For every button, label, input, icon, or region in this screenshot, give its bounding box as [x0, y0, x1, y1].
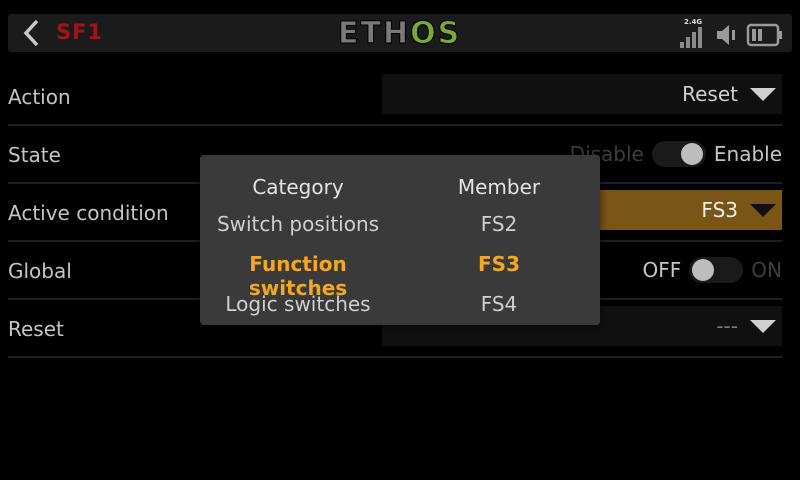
global-on-text: ON [751, 258, 782, 282]
back-icon [23, 19, 39, 47]
status-icons: 2.4G [680, 16, 784, 52]
state-switch[interactable] [651, 141, 706, 167]
chevron-down-icon [750, 88, 776, 101]
active-condition-label: Active condition [8, 201, 169, 225]
back-button[interactable] [8, 14, 56, 52]
ethos-logo: ETHOS [337, 16, 462, 52]
action-row: Action Reset [8, 68, 782, 126]
signal-icon: 2.4G [680, 18, 708, 52]
signal-label: 2.4G [684, 18, 703, 26]
chevron-down-icon [750, 320, 776, 333]
reset-value: --- [716, 314, 738, 338]
category-option[interactable]: Switch positions [200, 212, 396, 236]
global-label: Global [8, 259, 72, 283]
action-dropdown[interactable]: Reset [382, 74, 782, 114]
global-toggle[interactable]: OFF ON [643, 256, 782, 284]
state-label: State [8, 143, 61, 167]
volume-icon[interactable] [714, 22, 740, 48]
state-toggle[interactable]: Disable Enable [570, 140, 782, 168]
battery-icon [746, 23, 782, 47]
switch-picker-popup: Category Member Switch positions Functio… [200, 155, 600, 325]
global-switch[interactable] [689, 257, 744, 283]
state-enable-text: Enable [713, 142, 782, 166]
global-off-text: OFF [642, 258, 682, 282]
action-label: Action [8, 85, 71, 109]
category-header: Category [252, 175, 344, 199]
action-value: Reset [682, 82, 738, 106]
page-title: SF1 [56, 20, 104, 44]
chevron-down-icon [750, 204, 776, 217]
top-bar: SF1 ETHOS 2.4G [8, 14, 792, 52]
member-option[interactable]: FS4 [408, 292, 590, 316]
active-condition-value: FS3 [701, 198, 738, 222]
member-option-selected[interactable]: FS3 [408, 252, 590, 276]
member-header: Member [457, 175, 541, 199]
reset-label: Reset [8, 317, 64, 341]
member-option[interactable]: FS2 [408, 212, 590, 236]
category-option[interactable]: Logic switches [200, 292, 396, 316]
